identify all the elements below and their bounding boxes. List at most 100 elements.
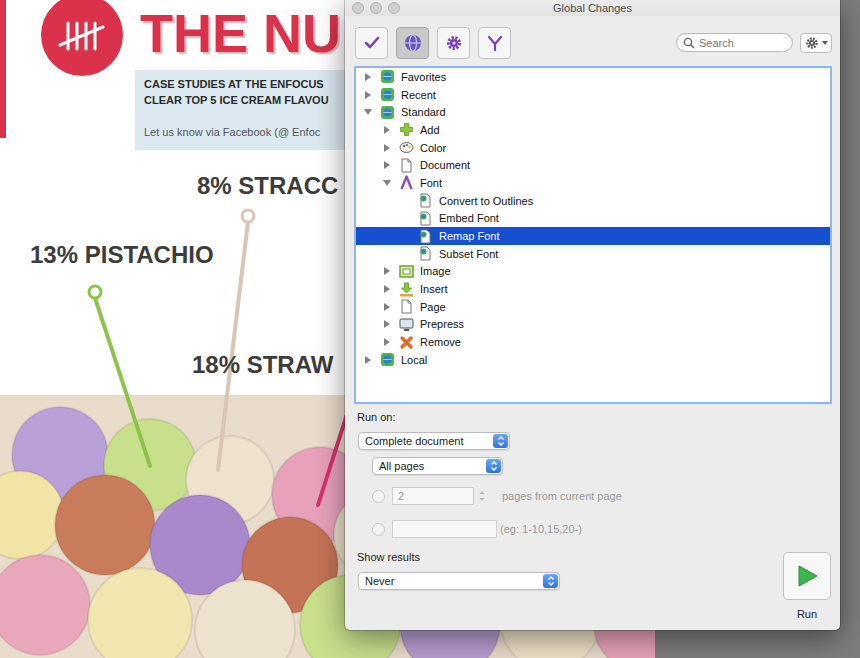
filter-icon <box>486 34 504 52</box>
number-stepper-icon <box>477 488 487 504</box>
globe-icon <box>403 33 423 53</box>
flavour-pin <box>89 286 150 466</box>
toolbar-button[interactable] <box>396 27 429 59</box>
disclosure-icon[interactable] <box>384 338 390 346</box>
actions-menu-button[interactable] <box>800 33 832 53</box>
tree-item[interactable]: Subset Font <box>356 245 830 263</box>
page-range-hint: (eg: 1-10,15,20-) <box>500 523 582 535</box>
tree-item[interactable]: Page <box>356 298 830 316</box>
tree-item-label: Favorites <box>401 70 446 84</box>
page-range-hint: pages from current page <box>502 490 622 502</box>
disclosure-icon[interactable] <box>365 73 371 81</box>
page-range-field: 2 <box>392 487 474 505</box>
tree-item[interactable]: Local <box>356 351 830 369</box>
play-icon <box>794 563 820 589</box>
tree-item-label: Prepress <box>420 317 464 331</box>
document-icon <box>399 158 414 173</box>
search-placeholder: Search <box>699 37 734 49</box>
flavour-pin <box>218 210 254 470</box>
toolbar-button[interactable] <box>478 27 511 59</box>
flavour-label: 18% STRAW <box>192 350 333 380</box>
dropdown-arrow-icon <box>822 41 828 45</box>
tree-item[interactable]: Image <box>356 263 830 281</box>
show-results-dropdown[interactable]: Never <box>358 572 560 590</box>
tree-item[interactable]: Recent <box>356 86 830 104</box>
edge-strip <box>0 0 6 138</box>
action-icon <box>418 211 433 226</box>
intro-line: CASE STUDIES AT THE ENFOCUS <box>144 76 350 92</box>
close-button[interactable] <box>352 2 364 14</box>
tree-item[interactable]: Document <box>356 156 830 174</box>
tree-item[interactable]: Font <box>356 174 830 192</box>
pages-dropdown[interactable]: All pages <box>372 457 503 475</box>
tree-item-label: Insert <box>420 282 448 296</box>
tree-item[interactable]: Convert to Outlines <box>356 192 830 210</box>
run-settings: Run on:Complete documentAll pages2pages … <box>345 404 840 630</box>
run-label: Run <box>797 607 817 621</box>
scope-dropdown[interactable]: Complete document <box>358 432 510 450</box>
search-field[interactable]: Search <box>676 33 793 52</box>
disclosure-icon[interactable] <box>384 303 390 311</box>
tree-item-label: Remove <box>420 335 461 349</box>
tree-item[interactable]: Embed Font <box>356 210 830 228</box>
image-icon <box>399 264 414 279</box>
disclosure-icon[interactable] <box>365 356 371 364</box>
palette-icon <box>399 140 414 155</box>
run-button[interactable] <box>783 552 831 600</box>
globe-folder-icon <box>380 69 395 84</box>
magnifier-icon <box>683 37 695 49</box>
desktop: THE NUCASE STUDIES AT THE ENFOCUSCLEAR T… <box>0 0 860 658</box>
radio-button <box>372 490 385 503</box>
disclosure-icon[interactable] <box>364 109 372 115</box>
tree-item[interactable]: Color <box>356 139 830 157</box>
tree-item-label: Color <box>420 141 446 155</box>
radio-button <box>372 523 385 536</box>
flavour-label: 8% STRACC <box>197 171 338 201</box>
disclosure-icon[interactable] <box>384 285 390 293</box>
disclosure-icon[interactable] <box>365 91 371 99</box>
document-title: THE NU <box>140 2 341 64</box>
page-icon <box>399 299 414 314</box>
global-changes-window: Global Changes Search Favorites Recent Stand… <box>345 0 840 630</box>
monitor-icon <box>399 317 414 332</box>
disclosure-icon[interactable] <box>384 144 390 152</box>
tree-item[interactable]: Add <box>356 121 830 139</box>
tree-item[interactable]: Insert <box>356 280 830 298</box>
tree-item[interactable]: Prepress <box>356 316 830 334</box>
plus-icon <box>399 122 414 137</box>
disclosure-icon[interactable] <box>384 267 390 275</box>
toolbar: Search <box>345 25 840 60</box>
popup-arrows-icon <box>493 434 508 448</box>
tree-item-label: Standard <box>401 105 446 119</box>
page-range-option: (eg: 1-10,15,20-) <box>372 520 582 538</box>
tree-item-label: Recent <box>401 88 436 102</box>
flavour-label: 13% PISTACHIO <box>30 240 214 270</box>
tree-item-label: Embed Font <box>439 211 499 225</box>
window-title: Global Changes <box>553 2 632 14</box>
globe-folder-icon <box>380 87 395 102</box>
page-range-option: 2 pages from current page <box>372 487 622 505</box>
disclosure-icon[interactable] <box>384 161 390 169</box>
disclosure-icon[interactable] <box>384 320 390 328</box>
tree-item-label: Add <box>420 123 440 137</box>
tree-item[interactable]: Standard <box>356 103 830 121</box>
tree-item[interactable]: Favorites <box>356 68 830 86</box>
insert-icon <box>399 282 414 297</box>
toolbar-button[interactable] <box>437 27 470 59</box>
disclosure-icon[interactable] <box>383 180 391 186</box>
tree-item-label: Local <box>401 353 427 367</box>
tree-item[interactable]: Remap Font <box>356 227 830 245</box>
disclosure-icon[interactable] <box>384 126 390 134</box>
zoom-button[interactable] <box>388 2 400 14</box>
tree-item[interactable]: Remove <box>356 333 830 351</box>
action-icon <box>418 246 433 261</box>
toolbar-button[interactable] <box>355 27 388 59</box>
intro-box: CASE STUDIES AT THE ENFOCUSCLEAR TOP 5 I… <box>135 70 350 150</box>
intro-cta: Let us know via Facebook (@ Enfoc <box>144 124 350 140</box>
show-results-label: Show results <box>357 550 420 564</box>
globe-folder-icon <box>380 352 395 367</box>
action-icon <box>418 193 433 208</box>
tree-item-label: Font <box>420 176 442 190</box>
minimize-button[interactable] <box>370 2 382 14</box>
tree-item-label: Image <box>420 264 451 278</box>
